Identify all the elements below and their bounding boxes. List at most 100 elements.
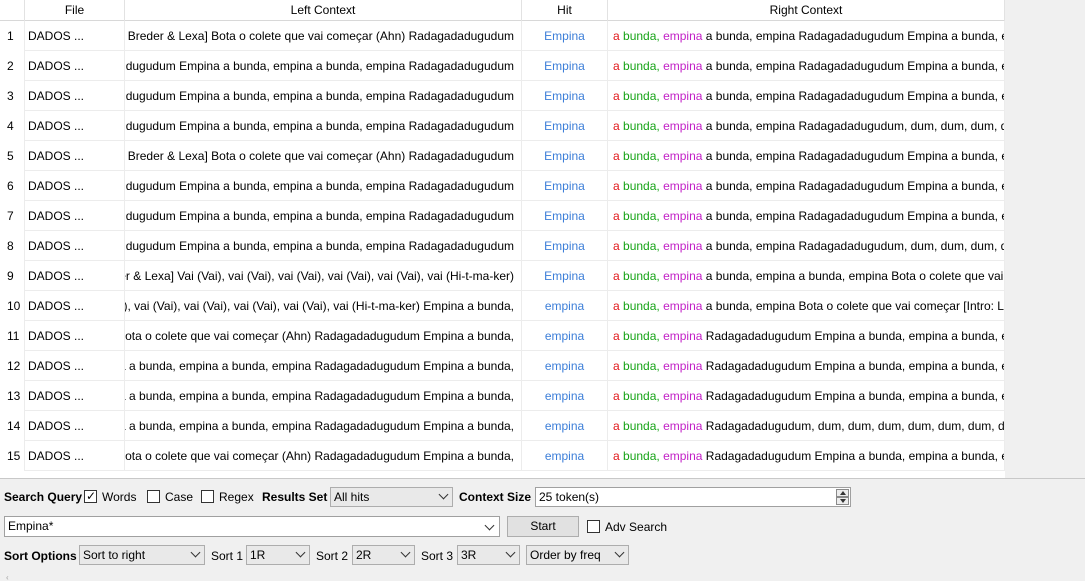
- search-query-input[interactable]: Empina*: [4, 516, 500, 537]
- file-cell[interactable]: DADOS ...: [25, 21, 125, 51]
- header-hit[interactable]: Hit: [522, 0, 608, 21]
- file-cell[interactable]: DADOS ...: [25, 411, 125, 441]
- hit-cell[interactable]: Empina: [522, 51, 608, 81]
- left-context-cell[interactable]: ai), vai (Vai), vai (Vai), vai (Vai), va…: [125, 291, 522, 321]
- file-cell[interactable]: DADOS ...: [25, 441, 125, 471]
- right-context-cell[interactable]: a bunda, empina a bunda, empina Radagada…: [608, 201, 1005, 231]
- table-row[interactable]: 11 DADOS ... Bota o colete que vai começar…: [0, 321, 1005, 351]
- horizontal-scrollbar[interactable]: ‹: [0, 574, 1085, 581]
- left-context-cell[interactable]: e Breder & Lexa] Bota o colete que vai c…: [125, 141, 522, 171]
- file-cell[interactable]: DADOS ...: [25, 51, 125, 81]
- file-cell[interactable]: DADOS ...: [25, 231, 125, 261]
- left-context-cell[interactable]: dugudum Empina a bunda, empina a bunda, …: [125, 231, 522, 261]
- regex-checkbox[interactable]: [201, 490, 214, 503]
- right-context-cell[interactable]: a bunda, empina a bunda, empina Bota o c…: [608, 291, 1005, 321]
- left-context-cell[interactable]: ker & Lexa] Vai (Vai), vai (Vai), vai (V…: [125, 261, 522, 291]
- results-set-select[interactable]: All hits: [330, 487, 453, 507]
- hit-cell[interactable]: empina: [522, 411, 608, 441]
- right-context-cell[interactable]: a bunda, empina a bunda, empina Radagada…: [608, 171, 1005, 201]
- file-cell[interactable]: DADOS ...: [25, 171, 125, 201]
- table-row[interactable]: 12 DADOS ... a a bunda, empina a bunda, em…: [0, 351, 1005, 381]
- table-row[interactable]: 5 DADOS ... e Breder & Lexa] Bota o colete…: [0, 141, 1005, 171]
- scroll-left-icon[interactable]: ‹: [6, 574, 9, 581]
- right-context-cell[interactable]: a bunda, empina Radagadadugudum Empina a…: [608, 321, 1005, 351]
- hit-cell[interactable]: empina: [522, 381, 608, 411]
- file-cell[interactable]: DADOS ...: [25, 261, 125, 291]
- start-button[interactable]: Start: [507, 516, 579, 537]
- words-checkbox[interactable]: ✓: [84, 489, 97, 503]
- table-row[interactable]: 14 DADOS ... a a bunda, empina a bunda, em…: [0, 411, 1005, 441]
- left-context-cell[interactable]: a a bunda, empina a bunda, empina Radaga…: [125, 351, 522, 381]
- hit-cell[interactable]: empina: [522, 291, 608, 321]
- right-context-cell[interactable]: a bunda, empina a bunda, empina Radagada…: [608, 21, 1005, 51]
- table-row[interactable]: 10 DADOS ... ai), vai (Vai), vai (Vai), va…: [0, 291, 1005, 321]
- hit-cell[interactable]: empina: [522, 441, 608, 471]
- table-row[interactable]: 2 DADOS ... dugudum Empina a bunda, empina…: [0, 51, 1005, 81]
- hit-cell[interactable]: Empina: [522, 141, 608, 171]
- hit-cell[interactable]: empina: [522, 321, 608, 351]
- results-table[interactable]: File Left Context Hit Right Context 1 DAD…: [0, 0, 1005, 478]
- header-file[interactable]: File: [25, 0, 125, 21]
- hit-cell[interactable]: Empina: [522, 201, 608, 231]
- file-cell[interactable]: DADOS ...: [25, 111, 125, 141]
- right-context-cell[interactable]: a bunda, empina Radagadadugudum Empina a…: [608, 441, 1005, 471]
- file-cell[interactable]: DADOS ...: [25, 141, 125, 171]
- hit-cell[interactable]: Empina: [522, 21, 608, 51]
- right-context-cell[interactable]: a bunda, empina a bunda, empina Radagada…: [608, 231, 1005, 261]
- file-cell[interactable]: DADOS ...: [25, 321, 125, 351]
- file-cell[interactable]: DADOS ...: [25, 201, 125, 231]
- table-row[interactable]: 15 DADOS ... Bota o colete que vai começar…: [0, 441, 1005, 471]
- right-context-rest: Radagadadugudum Empina a bunda, empina a…: [705, 359, 1005, 373]
- adv-search-checkbox[interactable]: [587, 520, 600, 533]
- left-context-cell[interactable]: a a bunda, empina a bunda, empina Radaga…: [125, 381, 522, 411]
- spin-up-button[interactable]: [836, 489, 849, 497]
- header-right-context[interactable]: Right Context: [608, 0, 1005, 21]
- hit-cell[interactable]: Empina: [522, 231, 608, 261]
- table-row[interactable]: 8 DADOS ... dugudum Empina a bunda, empina…: [0, 231, 1005, 261]
- table-row[interactable]: 1 DADOS ... e Breder & Lexa] Bota o colete…: [0, 21, 1005, 51]
- right-context-cell[interactable]: a bunda, empina Radagadadugudum, dum, du…: [608, 411, 1005, 441]
- sort3-select[interactable]: 3R: [457, 545, 520, 565]
- left-context-cell[interactable]: dugudum Empina a bunda, empina a bunda, …: [125, 201, 522, 231]
- sort-options-select[interactable]: Sort to right: [79, 545, 205, 565]
- file-cell[interactable]: DADOS ...: [25, 351, 125, 381]
- left-context-cell[interactable]: dugudum Empina a bunda, empina a bunda, …: [125, 51, 522, 81]
- spin-down-button[interactable]: [836, 497, 849, 505]
- table-row[interactable]: 7 DADOS ... dugudum Empina a bunda, empina…: [0, 201, 1005, 231]
- context-size-spinner[interactable]: 25 token(s): [535, 487, 851, 507]
- left-context-cell[interactable]: e Breder & Lexa] Bota o colete que vai c…: [125, 21, 522, 51]
- left-context-cell[interactable]: Bota o colete que vai começar (Ahn) Rada…: [125, 441, 522, 471]
- right-context-cell[interactable]: a bunda, empina Radagadadugudum Empina a…: [608, 351, 1005, 381]
- case-checkbox[interactable]: [147, 490, 160, 503]
- hit-cell[interactable]: Empina: [522, 111, 608, 141]
- table-row[interactable]: 3 DADOS ... dugudum Empina a bunda, empina…: [0, 81, 1005, 111]
- right-context-cell[interactable]: a bunda, empina a bunda, empina Radagada…: [608, 51, 1005, 81]
- file-cell[interactable]: DADOS ...: [25, 381, 125, 411]
- left-context-cell[interactable]: dugudum Empina a bunda, empina a bunda, …: [125, 81, 522, 111]
- hit-cell[interactable]: Empina: [522, 171, 608, 201]
- table-row[interactable]: 6 DADOS ... dugudum Empina a bunda, empina…: [0, 171, 1005, 201]
- table-row[interactable]: 4 DADOS ... dugudum Empina a bunda, empina…: [0, 111, 1005, 141]
- chevron-down-icon[interactable]: [484, 520, 495, 531]
- header-left-context[interactable]: Left Context: [125, 0, 522, 21]
- left-context-cell[interactable]: dugudum Empina a bunda, empina a bunda, …: [125, 111, 522, 141]
- file-cell[interactable]: DADOS ...: [25, 291, 125, 321]
- right-token-3: empina: [663, 119, 703, 133]
- sort1-select[interactable]: 1R: [246, 545, 310, 565]
- right-context-cell[interactable]: a bunda, empina a bunda, empina Radagada…: [608, 111, 1005, 141]
- right-context-cell[interactable]: a bunda, empina a bunda, empina a bunda,…: [608, 261, 1005, 291]
- hit-cell[interactable]: Empina: [522, 261, 608, 291]
- order-select[interactable]: Order by freq: [526, 545, 629, 565]
- left-context-cell[interactable]: Bota o colete que vai começar (Ahn) Rada…: [125, 321, 522, 351]
- sort2-select[interactable]: 2R: [352, 545, 415, 565]
- file-cell[interactable]: DADOS ...: [25, 81, 125, 111]
- right-context-cell[interactable]: a bunda, empina a bunda, empina Radagada…: [608, 81, 1005, 111]
- left-context-cell[interactable]: a a bunda, empina a bunda, empina Radaga…: [125, 411, 522, 441]
- right-context-cell[interactable]: a bunda, empina Radagadadugudum Empina a…: [608, 381, 1005, 411]
- right-context-cell[interactable]: a bunda, empina a bunda, empina Radagada…: [608, 141, 1005, 171]
- table-row[interactable]: 13 DADOS ... a a bunda, empina a bunda, em…: [0, 381, 1005, 411]
- table-row[interactable]: 9 DADOS ... ker & Lexa] Vai (Vai), vai (Va…: [0, 261, 1005, 291]
- hit-cell[interactable]: empina: [522, 351, 608, 381]
- left-context-cell[interactable]: dugudum Empina a bunda, empina a bunda, …: [125, 171, 522, 201]
- hit-cell[interactable]: Empina: [522, 81, 608, 111]
